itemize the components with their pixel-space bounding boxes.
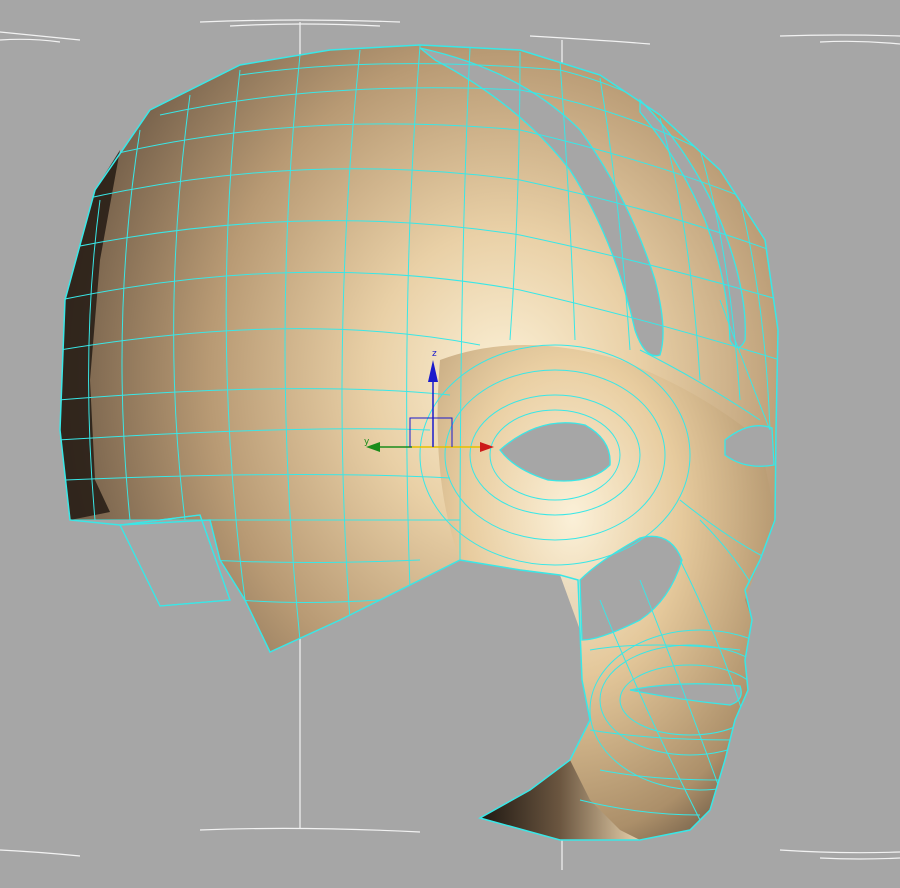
gizmo-y-label: y <box>364 437 370 447</box>
head-mesh[interactable] <box>60 45 778 840</box>
viewport-canvas[interactable]: z y <box>0 0 900 888</box>
gizmo-z-label: z <box>432 349 437 359</box>
perspective-viewport[interactable]: z y <box>0 0 900 888</box>
